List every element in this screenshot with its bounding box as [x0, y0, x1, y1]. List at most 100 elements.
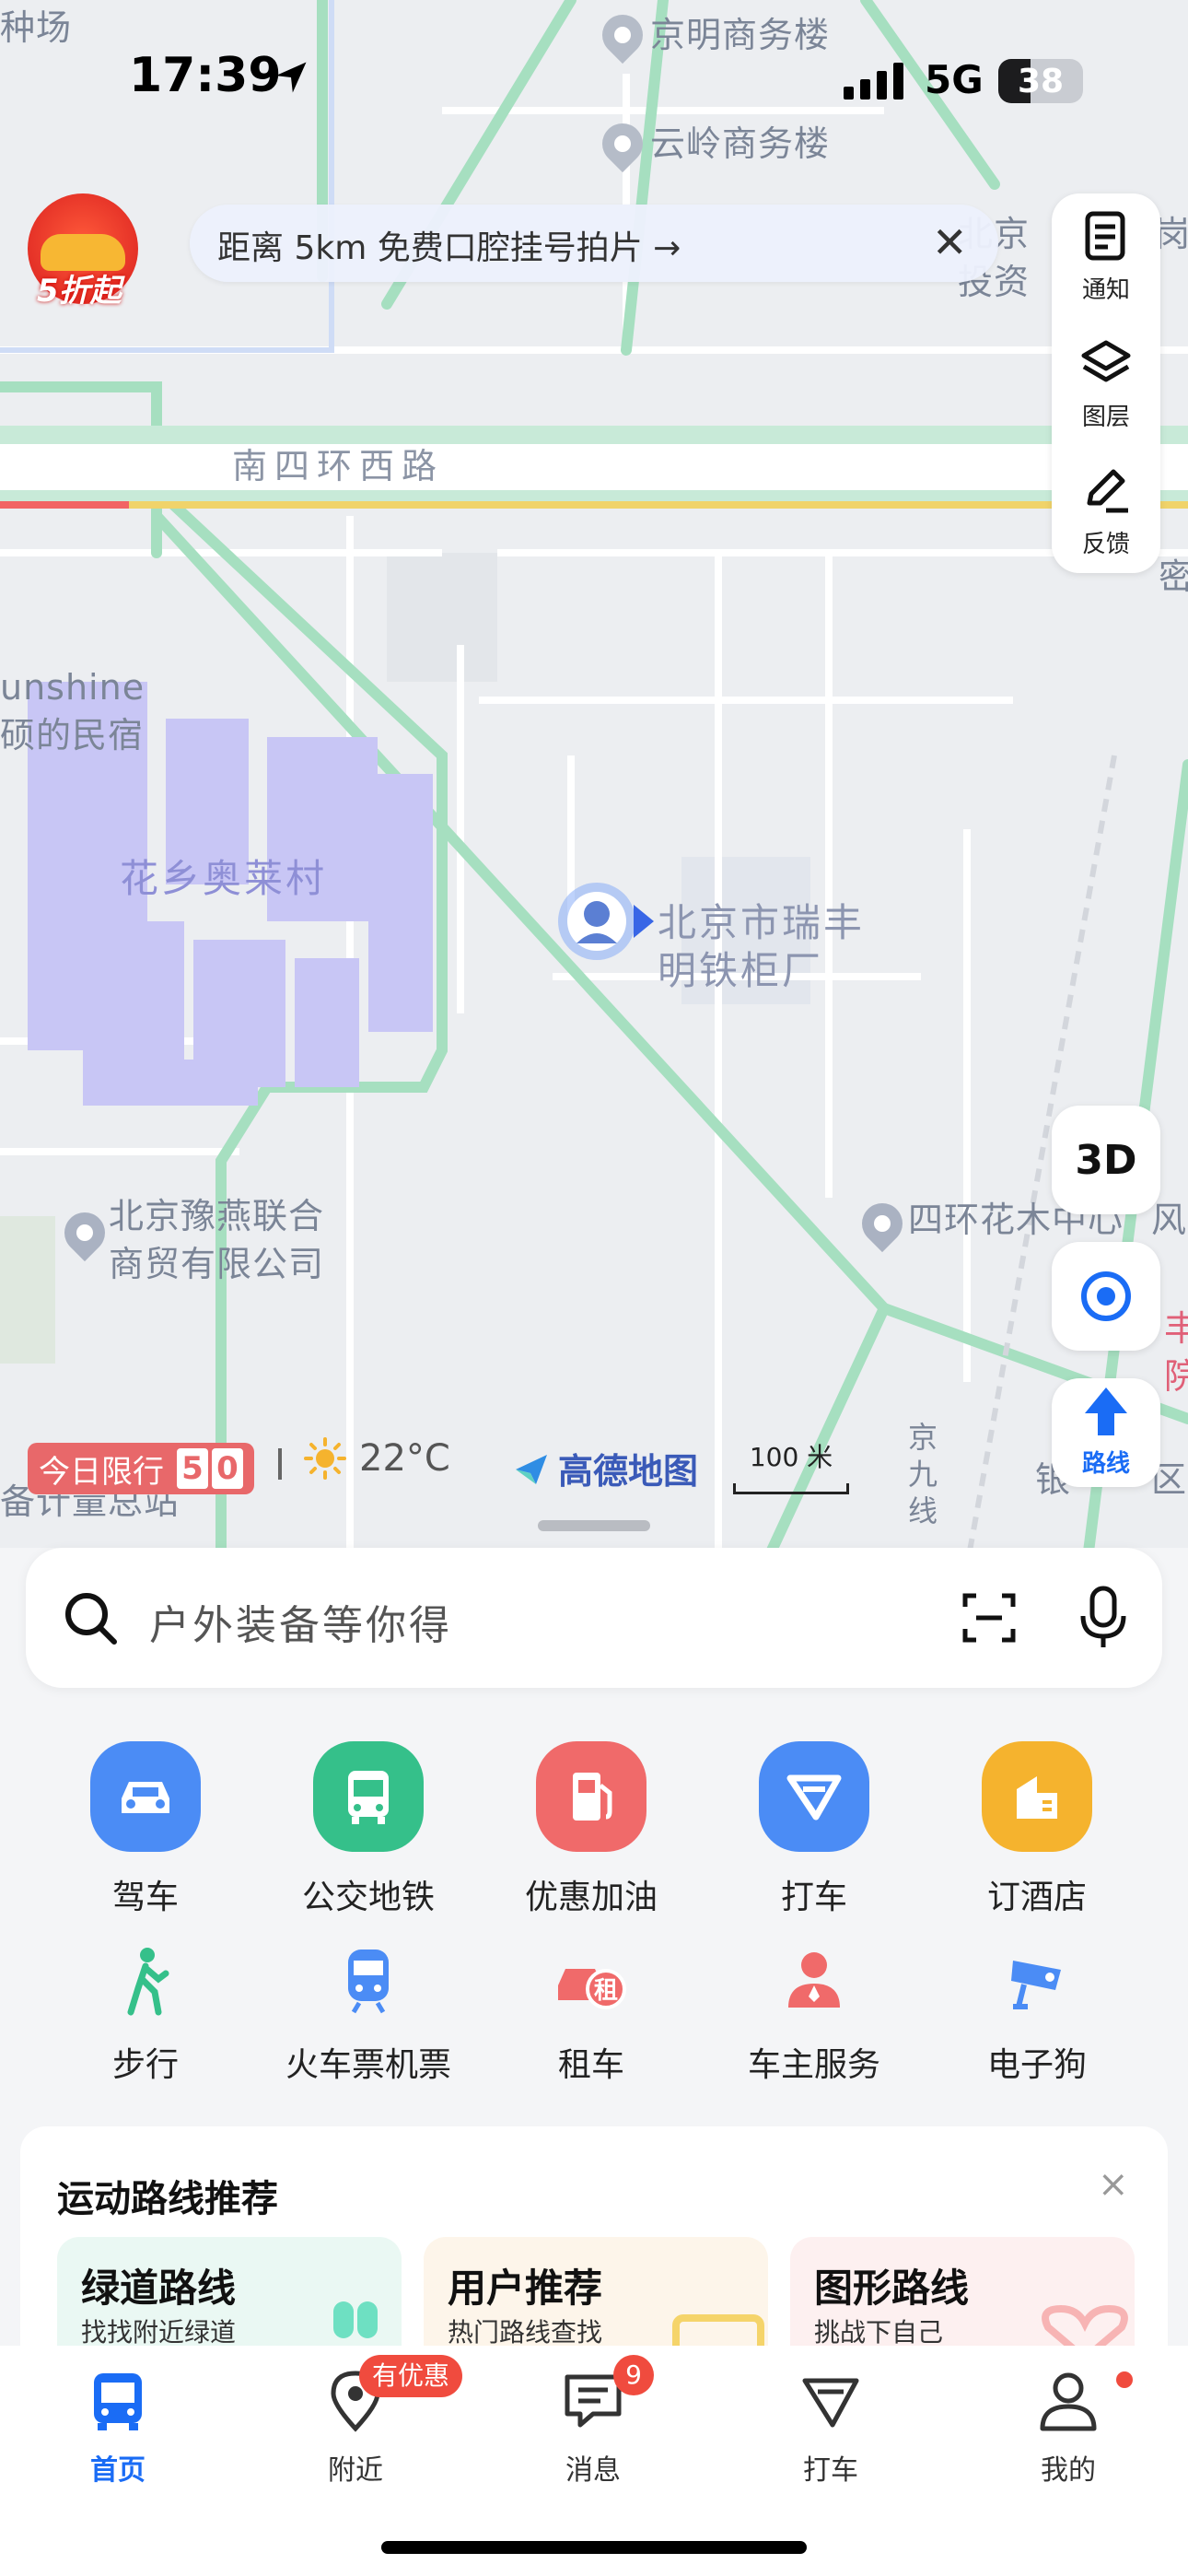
close-icon[interactable]: ✕	[932, 221, 968, 263]
rent-tag: 租	[594, 1977, 618, 2005]
route-arrow-icon	[1085, 1388, 1127, 1435]
traffic-restriction[interactable]: 今日限行 5 0	[28, 1443, 254, 1494]
search-icon	[65, 1593, 117, 1645]
scan-icon[interactable]	[960, 1588, 1019, 1647]
promo-badge: 有优惠	[359, 2355, 463, 2397]
map-label: unshine 硕的民宿	[0, 667, 146, 755]
restriction-digit: 0	[212, 1448, 243, 1489]
location-arrow-icon	[275, 62, 307, 93]
tab-label: 附近	[328, 2454, 383, 2487]
route-card-title: 图形路线	[814, 2266, 970, 2311]
feedback-label: 反馈	[1081, 531, 1130, 558]
bus-icon	[313, 1741, 424, 1852]
service-walk[interactable]: 步行	[33, 1944, 258, 2086]
3d-label: 3D	[1075, 1137, 1137, 1184]
signal-icon	[844, 63, 903, 100]
battery-icon: 38	[998, 59, 1083, 103]
fuel-icon	[536, 1741, 646, 1852]
tab-label: 我的	[1041, 2454, 1096, 2487]
clock: 17:39	[129, 48, 282, 103]
brand-label: 高德地图	[558, 1451, 699, 1492]
status-bar: 17:39 5G 38	[0, 37, 1188, 125]
notify-button[interactable]: 通知	[1052, 193, 1160, 313]
service-rent-car[interactable]: 租 租车	[479, 1944, 704, 2086]
service-label: 车主服务	[747, 2046, 880, 2084]
locate-button[interactable]	[1052, 1242, 1160, 1351]
restriction-digit: 5	[177, 1448, 208, 1489]
restriction-label: 今日限行	[39, 1453, 164, 1491]
service-hotel[interactable]: 订酒店	[925, 1741, 1149, 1918]
feedback-button[interactable]: 反馈	[1052, 448, 1160, 568]
home-indicator[interactable]	[381, 2541, 807, 2554]
amap-logo-icon	[516, 1454, 547, 1484]
locate-target-icon	[1081, 1271, 1131, 1321]
service-fuel[interactable]: 优惠加油	[479, 1741, 704, 1918]
service-label: 驾车	[111, 1879, 179, 1916]
route-label: 路线	[1081, 1450, 1130, 1478]
map-label: 云岭商务楼	[650, 123, 831, 164]
walk-icon	[109, 1944, 182, 2018]
plant-icon	[357, 2301, 378, 2338]
section-title: 运动路线推荐	[57, 2178, 278, 2220]
rail-label: 京 九 线	[908, 1420, 939, 1528]
scale-bar	[733, 1483, 849, 1494]
edit-pencil-icon	[1087, 469, 1128, 513]
temperature: 22°C	[359, 1437, 450, 1480]
route-card-subtitle: 找找附近绿道	[81, 2317, 237, 2348]
service-train[interactable]: 火车票机票	[256, 1944, 481, 2086]
tab-label: 消息	[565, 2454, 621, 2487]
service-bus[interactable]: 公交地铁	[256, 1741, 481, 1918]
tab-messages[interactable]: 消息	[501, 2368, 685, 2488]
3d-toggle-button[interactable]: 3D	[1052, 1106, 1160, 1214]
route-card-title: 绿道路线	[81, 2266, 237, 2311]
camera-icon	[1000, 1944, 1074, 2018]
message-count-badge: 9	[613, 2355, 654, 2395]
map-label[interactable]: 北京豫燕联合 商贸有限公司	[109, 1192, 324, 1288]
profile-icon	[1040, 2372, 1097, 2431]
map-label: 密	[1159, 556, 1188, 597]
search-bar[interactable]: 户外装备等你得	[26, 1548, 1162, 1688]
drag-handle[interactable]	[538, 1520, 650, 1531]
weather[interactable]: 22°C	[304, 1437, 450, 1480]
notice-banner[interactable]: 距离 5km 免费口腔挂号拍片 → ✕	[190, 205, 998, 282]
train-icon	[332, 1944, 405, 2018]
notification-dot	[1116, 2371, 1133, 2388]
map-scale: 100 米	[733, 1437, 849, 1494]
service-speed-camera[interactable]: 电子狗	[925, 1944, 1149, 2086]
car-icon	[90, 1741, 201, 1852]
notify-label: 通知	[1081, 276, 1130, 304]
service-label: 租车	[557, 2046, 624, 2084]
layers-button[interactable]: 图层	[1052, 321, 1160, 440]
map-label: 风	[1151, 1200, 1188, 1240]
hotel-icon	[982, 1741, 1092, 1852]
tab-home[interactable]: 首页	[26, 2368, 210, 2488]
promo-label: 5折起	[37, 273, 122, 310]
service-label: 电子狗	[986, 2046, 1087, 2084]
home-bus-icon	[94, 2373, 142, 2430]
microphone-icon[interactable]	[1074, 1585, 1133, 1651]
layers-icon	[1081, 340, 1131, 382]
promo-car-badge[interactable]: 5折起	[28, 193, 138, 310]
notice-text: 距离 5km 免费口腔挂号拍片 →	[217, 229, 681, 267]
tab-label: 首页	[90, 2454, 146, 2487]
service-label: 火车票机票	[285, 2046, 451, 2084]
sun-icon	[304, 1437, 346, 1480]
service-driver[interactable]: 车主服务	[702, 1944, 926, 2086]
tab-profile[interactable]: 我的	[976, 2368, 1160, 2488]
service-label: 订酒店	[986, 1879, 1087, 1916]
service-taxi[interactable]: 打车	[702, 1741, 926, 1918]
route-card-subtitle: 热门路线查找	[448, 2317, 603, 2348]
map-label[interactable]: 北京市瑞丰 明铁柜厂	[658, 899, 865, 995]
tab-taxi[interactable]: 打车	[739, 2368, 923, 2488]
service-drive[interactable]: 驾车	[33, 1741, 258, 1918]
route-button[interactable]: 路线	[1052, 1378, 1160, 1487]
divider	[278, 1448, 282, 1480]
scale-label: 100 米	[749, 1442, 833, 1472]
close-icon[interactable]: ×	[1098, 2163, 1129, 2206]
service-label: 步行	[111, 2046, 179, 2084]
plant-icon	[333, 2301, 354, 2338]
route-card-title: 用户推荐	[448, 2266, 603, 2311]
battery-percent: 38	[1017, 63, 1065, 100]
rent-car-icon: 租	[554, 1944, 628, 2018]
network-type: 5G	[925, 57, 984, 102]
